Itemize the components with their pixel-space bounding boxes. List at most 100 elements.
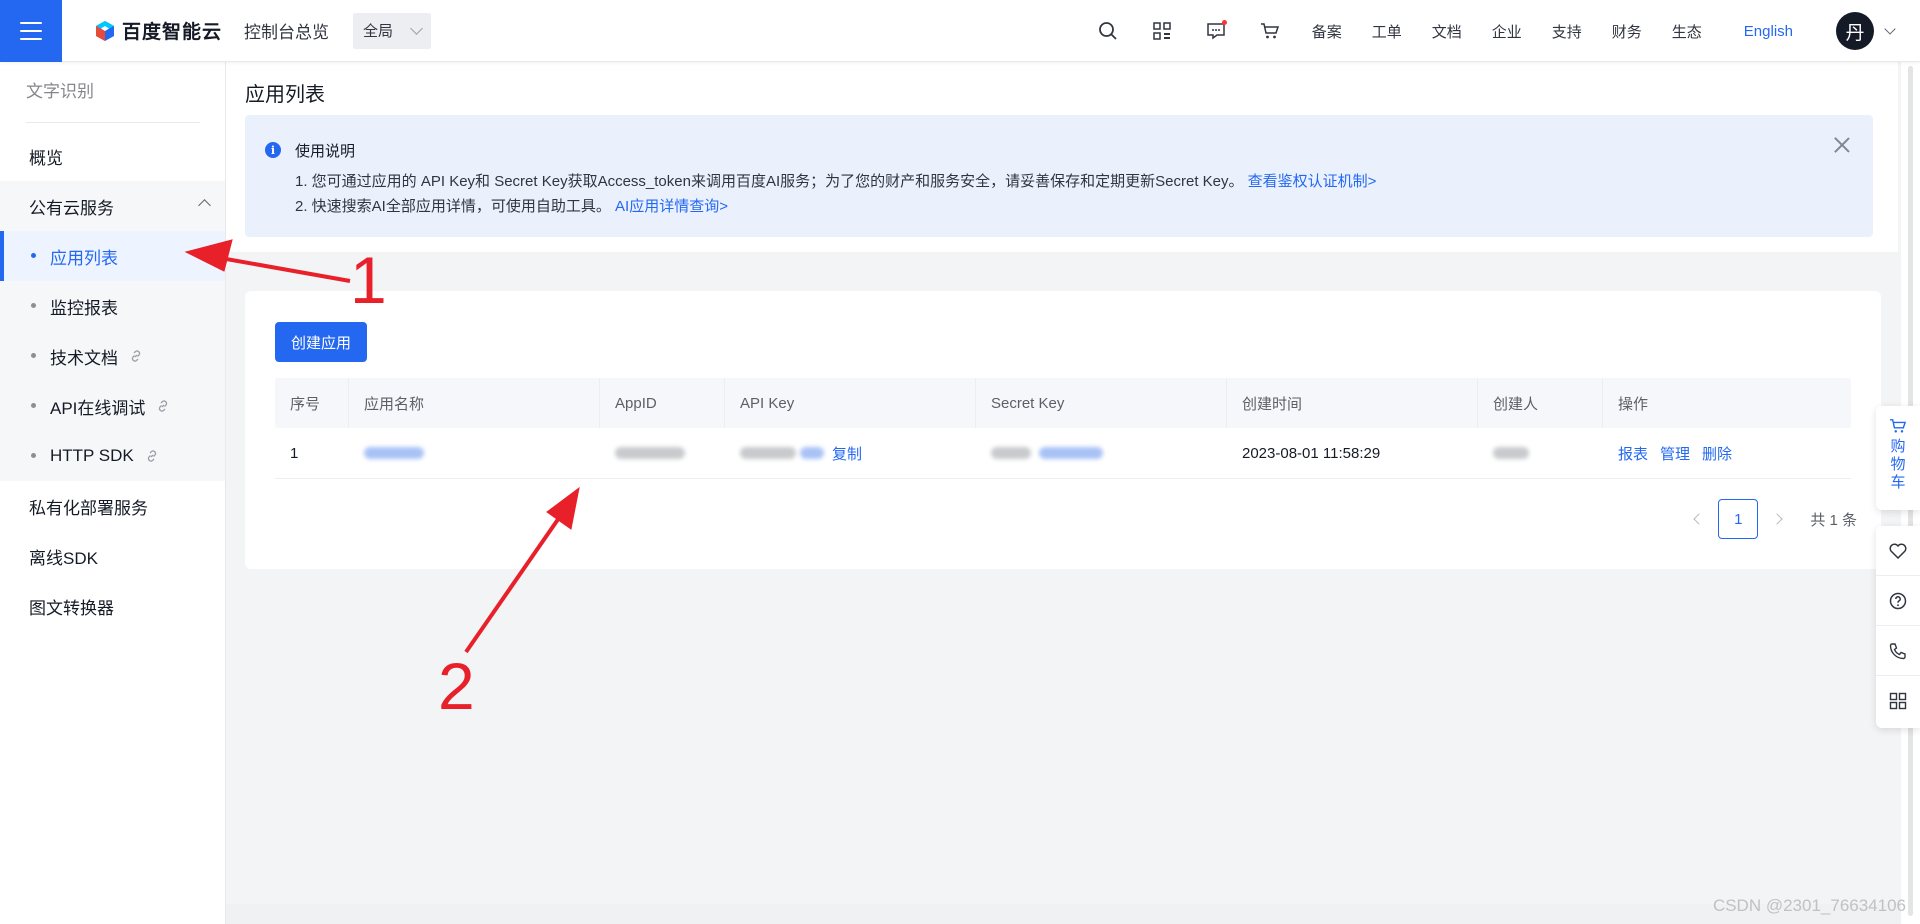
redacted-value — [991, 447, 1031, 459]
favorite-button[interactable] — [1876, 526, 1920, 576]
console-overview-link[interactable]: 控制台总览 — [244, 18, 329, 43]
notice-line-2: 2. 快速搜索AI全部应用详情，可使用自助工具。 AI应用详情查询> — [295, 195, 728, 216]
messages-button[interactable] — [1189, 0, 1243, 62]
search-icon — [1098, 22, 1117, 40]
column-header: AppID — [600, 378, 725, 428]
top-navigation-bar: 百度智能云 控制台总览 全局 备案 工单 文档 企业 支持 财务 生态 Engl… — [0, 0, 1920, 62]
column-header: 创建时间 — [1227, 378, 1478, 428]
sidebar-item-label: 概览 — [29, 148, 63, 168]
external-link-icon — [128, 348, 144, 364]
apps-icon — [1889, 692, 1907, 710]
menu-icon-bar — [20, 37, 42, 40]
external-link-icon — [144, 448, 160, 464]
sidebar-item-public-cloud[interactable]: 公有云服务 — [0, 181, 225, 231]
created-time-cell: 2023-08-01 11:58:29 — [1242, 444, 1381, 462]
brand-logo[interactable]: 百度智能云 — [94, 17, 222, 44]
close-icon[interactable] — [1833, 136, 1851, 154]
sidebar-item-overview[interactable]: 概览 — [0, 131, 225, 181]
create-app-button[interactable]: 创建应用 — [275, 322, 367, 362]
watermark: CSDN @2301_76634106 — [1712, 896, 1906, 915]
redacted-value — [740, 447, 796, 459]
bullet-icon — [31, 353, 36, 358]
sidebar-item-app-list[interactable]: 应用列表 — [0, 231, 225, 281]
notice-text: 1. 您可通过应用的 API Key和 Secret Key获取Access_t… — [295, 173, 1244, 190]
page-title: 应用列表 — [245, 84, 325, 106]
manage-action-link[interactable]: 管理 — [1660, 443, 1690, 464]
sidebar-item-label: 应用列表 — [50, 248, 118, 268]
menu-toggle-button[interactable] — [0, 0, 62, 62]
floating-cart-button[interactable]: 购物车 — [1876, 406, 1920, 510]
nav-link-enterprise[interactable]: 企业 — [1477, 21, 1537, 42]
avatar[interactable]: 丹 — [1836, 12, 1874, 50]
chevron-down-icon — [410, 21, 423, 35]
phone-button[interactable] — [1876, 626, 1920, 676]
report-action-link[interactable]: 报表 — [1618, 443, 1648, 464]
sidebar-item-monitor-report[interactable]: 监控报表 — [0, 281, 225, 331]
copy-api-key-button[interactable]: 复制 — [832, 443, 862, 464]
info-icon: i — [265, 142, 281, 158]
row-index: 1 — [290, 444, 299, 462]
menu-icon-bar — [20, 29, 42, 32]
page-number-button[interactable]: 1 — [1718, 499, 1759, 539]
cart-icon — [1890, 419, 1907, 433]
language-switch[interactable]: English — [1729, 23, 1808, 40]
sidebar-item-tech-docs[interactable]: 技术文档 — [0, 331, 225, 381]
apps-button[interactable] — [1876, 676, 1920, 726]
nav-link-docs[interactable]: 文档 — [1417, 21, 1477, 42]
region-value: 全局 — [363, 23, 394, 40]
chevron-down-icon[interactable] — [1884, 22, 1896, 35]
actions-cell: 报表 管理 删除 — [1603, 428, 1851, 478]
nav-link-finance[interactable]: 财务 — [1597, 21, 1657, 42]
cart-label: 购物车 — [1890, 438, 1906, 491]
table-header: 序号 应用名称 AppID API Key Secret Key 创建时间 创建… — [275, 378, 1851, 428]
next-page-button[interactable] — [1762, 499, 1796, 539]
sidebar-item-http-sdk[interactable]: HTTP SDK — [0, 431, 225, 481]
usage-notice: i 使用说明 1. 您可通过应用的 API Key和 Secret Key获取A… — [245, 115, 1873, 237]
help-button[interactable] — [1876, 576, 1920, 626]
sidebar-item-label: 公有云服务 — [29, 198, 114, 218]
sidebar-item-private-deploy[interactable]: 私有化部署服务 — [0, 481, 225, 531]
notice-title: 使用说明 — [295, 143, 356, 160]
bullet-icon — [31, 403, 36, 408]
show-secret-key-link[interactable] — [1039, 447, 1103, 459]
chevron-left-icon — [1693, 513, 1705, 525]
app-table: 序号 应用名称 AppID API Key Secret Key 创建时间 创建… — [275, 378, 1851, 479]
chevron-right-icon — [1771, 513, 1783, 525]
region-select[interactable]: 全局 — [353, 12, 432, 49]
search-button[interactable] — [1081, 0, 1135, 62]
bullet-icon — [31, 453, 36, 458]
horizontal-scrollbar[interactable] — [226, 904, 1901, 924]
auth-mechanism-link[interactable]: 查看鉴权认证机制> — [1248, 173, 1377, 190]
notice-text: 2. 快速搜索AI全部应用详情，可使用自助工具。 — [295, 198, 611, 215]
secret-key-cell — [976, 428, 1227, 478]
nav-link-support[interactable]: 支持 — [1537, 21, 1597, 42]
cart-button[interactable] — [1243, 0, 1297, 62]
menu-icon-bar — [20, 21, 42, 24]
chevron-up-icon — [198, 199, 211, 212]
brand-name: 百度智能云 — [122, 22, 223, 43]
sidebar-title: 文字识别 — [26, 82, 94, 101]
delete-action-link[interactable]: 删除 — [1702, 443, 1732, 464]
nav-link-ticket[interactable]: 工单 — [1357, 21, 1417, 42]
sidebar-group-public-cloud: 公有云服务 应用列表 监控报表 技术文档 API在线调试 HTTP SDK — [0, 181, 225, 481]
baidu-cloud-logo-icon — [96, 20, 114, 41]
floating-toolbar — [1876, 526, 1920, 728]
sidebar-item-image-text-converter[interactable]: 图文转换器 — [0, 581, 225, 631]
products-button[interactable] — [1135, 0, 1189, 62]
sidebar-item-label: 离线SDK — [29, 548, 98, 568]
redacted-value — [1493, 447, 1529, 459]
ai-app-query-link[interactable]: AI应用详情查询> — [615, 198, 728, 215]
column-header: 应用名称 — [349, 378, 600, 428]
column-header: Secret Key — [976, 378, 1227, 428]
cart-icon — [1260, 23, 1279, 39]
app-name-cell — [349, 428, 600, 478]
nav-link-beian[interactable]: 备案 — [1297, 21, 1357, 42]
prev-page-button[interactable] — [1680, 499, 1714, 539]
creator-cell — [1478, 428, 1603, 478]
nav-link-ecosystem[interactable]: 生态 — [1657, 21, 1717, 42]
total-count: 共 1 条 — [1810, 511, 1857, 529]
sidebar-item-offline-sdk[interactable]: 离线SDK — [0, 531, 225, 581]
sidebar-item-api-debug[interactable]: API在线调试 — [0, 381, 225, 431]
app-name-link[interactable] — [364, 447, 424, 459]
sidebar-item-label: 技术文档 — [50, 348, 118, 368]
